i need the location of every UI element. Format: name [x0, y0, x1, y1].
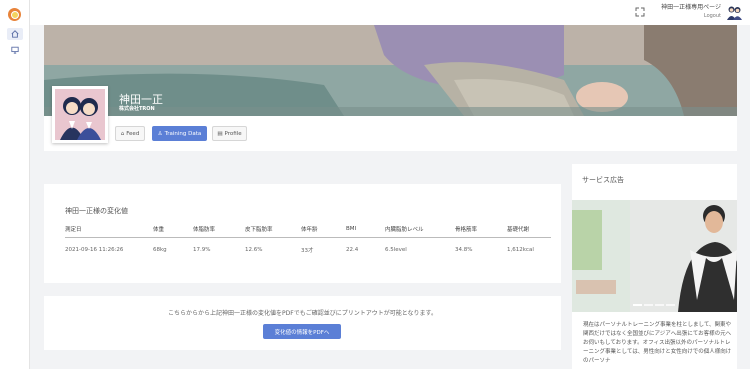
column-header: 内臓脂肪レベル [385, 227, 424, 233]
column-header: 測定日 [65, 227, 82, 233]
service-ad-card: サービス広告 現在はパーソナルトレーニング事業を柱としまして、関東や関西だけでは… [572, 164, 737, 369]
table-cell: 1,612kcal [507, 246, 534, 253]
fullscreen-icon[interactable] [635, 7, 645, 17]
table-cell: 2021-09-16 11:26:26 [65, 246, 124, 253]
changes-table: 測定日 体重 体脂肪率 皮下脂肪率 体年齢 BMI 内臓脂肪レベル 骨格筋率 基… [65, 221, 551, 258]
carousel-indicators[interactable] [633, 304, 675, 306]
table-cell: 6.5level [385, 246, 407, 253]
app-logo[interactable] [8, 8, 21, 21]
top-bar: 神田一正様専用ページ Logout [30, 0, 750, 25]
user-name: 神田一正様専用ページ [661, 4, 721, 11]
table-cell: 12.6% [245, 246, 263, 253]
table-cell: 34.8% [455, 246, 473, 253]
pdf-description: こちらからから上記神田一正様の変化値をPDFでもご確認並びにプリントアウトが可能… [168, 310, 437, 317]
table-cell: 22.4 [346, 246, 359, 253]
ad-title: サービス広告 [582, 176, 624, 184]
sidebar [0, 0, 30, 369]
logout-link[interactable]: Logout [661, 12, 721, 20]
column-header: 体重 [153, 227, 165, 233]
carousel-dot[interactable] [666, 304, 675, 306]
tab-training-data-label: Training Data [164, 130, 202, 137]
carousel-dot[interactable] [644, 304, 653, 306]
table-header: 測定日 体重 体脂肪率 皮下脂肪率 体年齢 BMI 内臓脂肪レベル 骨格筋率 基… [65, 221, 551, 238]
table-cell: 17.9% [193, 246, 211, 253]
column-header: 体年齢 [301, 227, 318, 233]
column-header: BMI [346, 226, 357, 232]
profile-company: 株式会社TRON [119, 106, 155, 112]
avatar-illustration [55, 89, 105, 140]
tab-profile[interactable]: ▤ Profile [212, 126, 247, 141]
tab-training-data[interactable]: ♙ Training Data [152, 126, 207, 141]
ad-description: 現在はパーソナルトレーニング事業を柱としまして、関東や関西だけではなく全国並びに… [583, 322, 732, 364]
monitor-icon[interactable] [7, 44, 23, 56]
column-header: 皮下脂肪率 [245, 227, 273, 233]
carousel-dot[interactable] [633, 304, 642, 306]
table-cell: 68kg [153, 246, 167, 253]
user-avatar[interactable] [726, 4, 743, 21]
user-menu[interactable]: 神田一正様専用ページ Logout [661, 4, 721, 20]
ad-photo [572, 200, 737, 312]
column-header: 基礎代謝 [507, 227, 530, 233]
pdf-export-button[interactable]: 変化値の情報をPDFへ [263, 324, 341, 339]
changes-title: 神田一正様の変化値 [65, 207, 128, 215]
column-header: 骨格筋率 [455, 227, 478, 233]
tab-feed[interactable]: ⌂ Feed [115, 126, 145, 141]
changes-card: 神田一正様の変化値 測定日 体重 体脂肪率 皮下脂肪率 体年齢 BMI 内臓脂肪… [44, 184, 561, 283]
column-header: 体脂肪率 [193, 227, 216, 233]
ad-carousel[interactable] [572, 200, 737, 312]
table-row: 2021-09-16 11:26:26 68kg 17.9% 12.6% 33才… [65, 241, 551, 258]
id-card-icon: ▤ [217, 130, 223, 137]
profile-avatar [52, 86, 108, 143]
carousel-dot[interactable] [655, 304, 664, 306]
home-icon[interactable] [7, 28, 23, 40]
tab-profile-label: Profile [224, 130, 242, 137]
tab-feed-label: Feed [126, 130, 140, 137]
home-icon: ⌂ [120, 130, 125, 137]
user-icon: ♙ [157, 130, 163, 137]
pdf-card: こちらからから上記神田一正様の変化値をPDFでもご確認並びにプリントアウトが可能… [44, 296, 561, 350]
profile-header: 神田一正 株式会社TRON [44, 25, 737, 151]
table-cell: 33才 [301, 247, 314, 254]
